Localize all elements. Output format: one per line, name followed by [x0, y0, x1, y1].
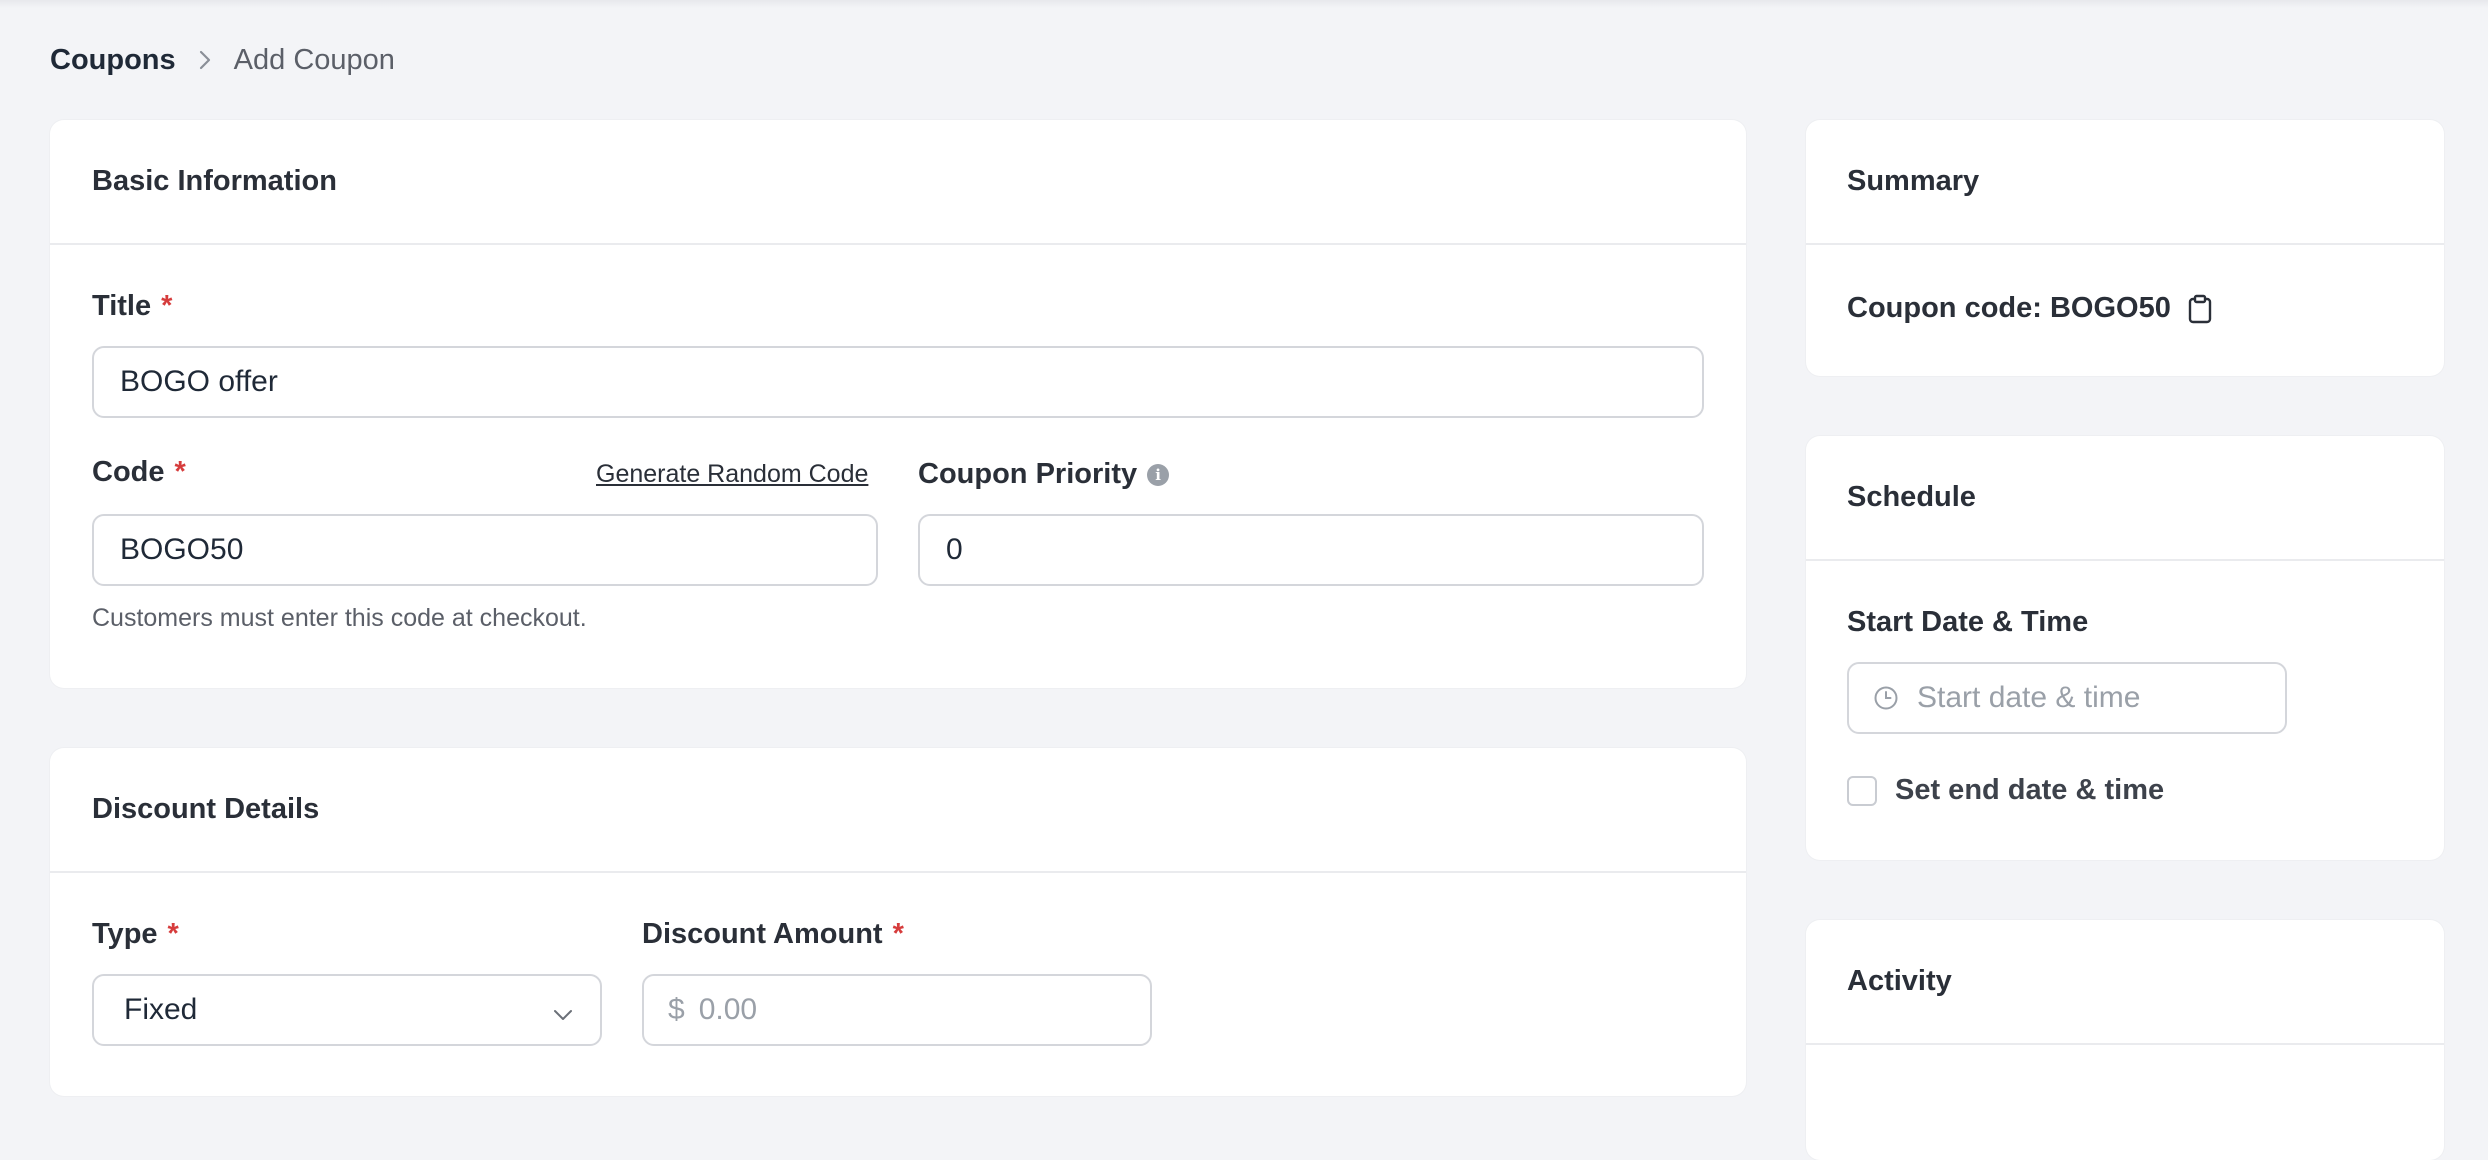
- coupon-priority-input[interactable]: [918, 514, 1704, 586]
- schedule-card: Schedule Start Date & Time Set end date …: [1806, 436, 2444, 860]
- title-field[interactable]: [120, 365, 1702, 399]
- coupon-priority-label-text: Coupon Priority: [918, 458, 1138, 490]
- title-label: Title *: [92, 290, 172, 323]
- breadcrumb-current: Add Coupon: [233, 43, 395, 76]
- summary-card: Summary Coupon code: BOGO50: [1806, 120, 2444, 376]
- coupon-code-summary: Coupon code: BOGO50: [1847, 292, 2213, 325]
- chevron-right-icon: [194, 49, 216, 71]
- required-asterisk: *: [174, 456, 186, 488]
- discount-details-card: Discount Details Type * Fixed Discount A…: [50, 748, 1746, 1096]
- set-end-date-checkbox[interactable]: [1847, 776, 1877, 806]
- required-asterisk: *: [892, 918, 904, 950]
- clipboard-icon[interactable]: [2187, 294, 2213, 324]
- top-bar-shadow: [0, 0, 2488, 8]
- basic-information-card: Basic Information Title * Code * Generat…: [50, 120, 1746, 688]
- title-label-text: Title: [92, 290, 152, 322]
- start-date-input[interactable]: [1847, 662, 2287, 734]
- discount-amount-label-text: Discount Amount: [642, 918, 883, 950]
- code-input[interactable]: [92, 514, 878, 586]
- chevron-down-icon: [552, 1000, 574, 1034]
- code-helper-text: Customers must enter this code at checko…: [92, 604, 587, 632]
- breadcrumb: Coupons Add Coupon: [50, 40, 395, 80]
- discount-amount-input[interactable]: $: [642, 974, 1152, 1046]
- required-asterisk: *: [167, 918, 179, 950]
- code-field[interactable]: [120, 533, 876, 567]
- activity-card: Activity: [1806, 920, 2444, 1160]
- coupon-code-text: Coupon code: BOGO50: [1847, 292, 2171, 324]
- title-input[interactable]: [92, 346, 1704, 418]
- start-date-label: Start Date & Time: [1847, 606, 2089, 638]
- set-end-date-label[interactable]: Set end date & time: [1895, 774, 2164, 807]
- clock-icon: [1873, 685, 1899, 711]
- code-label: Code *: [92, 456, 186, 489]
- code-label-text: Code: [92, 456, 165, 488]
- discount-details-heading: Discount Details: [50, 748, 1746, 873]
- type-select[interactable]: Fixed: [92, 974, 602, 1046]
- basic-information-heading: Basic Information: [50, 120, 1746, 245]
- summary-heading: Summary: [1806, 120, 2444, 245]
- info-icon[interactable]: i: [1147, 463, 1170, 486]
- required-asterisk: *: [161, 290, 173, 322]
- currency-symbol: $: [668, 993, 685, 1026]
- breadcrumb-coupons-link[interactable]: Coupons: [50, 44, 176, 77]
- discount-amount-label: Discount Amount *: [642, 918, 904, 951]
- coupon-priority-field[interactable]: [946, 533, 1702, 567]
- type-label-text: Type: [92, 918, 158, 950]
- activity-heading: Activity: [1806, 920, 2444, 1045]
- type-select-value: Fixed: [124, 993, 198, 1026]
- type-label: Type *: [92, 918, 179, 951]
- discount-amount-field[interactable]: [698, 993, 1150, 1027]
- coupon-priority-label: Coupon Priority i: [918, 458, 1170, 491]
- generate-random-code-link[interactable]: Generate Random Code: [596, 460, 868, 489]
- start-date-field[interactable]: [1917, 681, 2285, 715]
- schedule-heading: Schedule: [1806, 436, 2444, 561]
